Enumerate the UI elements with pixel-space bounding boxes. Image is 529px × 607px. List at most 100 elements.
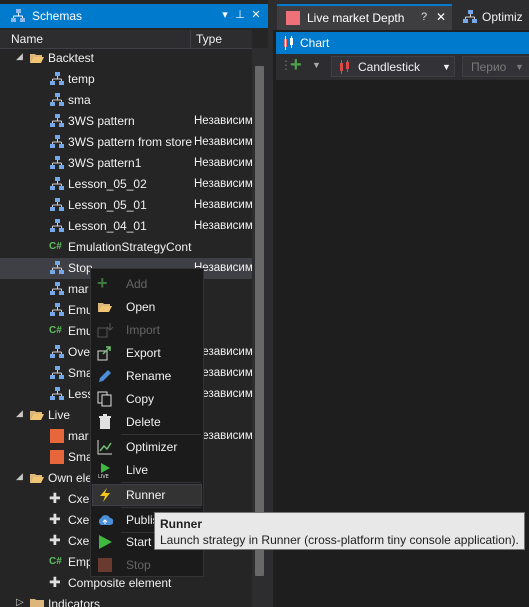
candlestick-icon (284, 36, 293, 50)
menu-separator (121, 482, 201, 483)
help-icon[interactable]: ? (421, 11, 427, 23)
tree-scrollbar-thumb[interactable] (255, 66, 264, 576)
tree-column-header: Name Type (0, 30, 252, 49)
puzzle-icon: ✚ (49, 574, 61, 590)
expand-arrow-icon[interactable]: ◢ (16, 408, 23, 419)
tree-label: EmulationStrategyCont (68, 240, 192, 254)
csharp-icon: C# (49, 325, 62, 336)
folder-open-icon (30, 54, 44, 63)
schema-icon (50, 72, 64, 85)
tree-item[interactable]: 3WS pattern from store Независим (0, 132, 252, 153)
tree-label: temp (68, 72, 95, 86)
csharp-icon: C# (49, 556, 62, 567)
menu-item-export[interactable]: Export (92, 342, 202, 364)
svg-text:LIVE: LIVE (98, 474, 109, 478)
pencil-icon (99, 370, 111, 382)
tree-label: Composite element (68, 576, 172, 590)
puzzle-icon: ✚ (49, 511, 61, 527)
schema-icon (50, 261, 64, 274)
menu-item-delete[interactable]: Delete (92, 411, 202, 433)
menu-item-live[interactable]: LIVE Live (92, 459, 202, 481)
tree-type: Независим (194, 115, 252, 127)
menu-item-stop[interactable]: Stop (92, 554, 202, 576)
tree-item[interactable]: C# EmulationStrategyCont (0, 237, 252, 258)
tree-folder-indicators[interactable]: ▷ Indicators (0, 594, 252, 607)
tree-type: Независим (194, 220, 252, 232)
live-play-icon: LIVE (98, 463, 110, 478)
menu-item-label: Rename (126, 369, 172, 383)
schema-icon (50, 198, 64, 211)
expand-arrow-icon[interactable]: ◢ (16, 471, 23, 482)
copy-icon (97, 391, 112, 407)
schema-icon (50, 135, 64, 148)
schemas-panel-header: Schemas ▾ ⊥ ✕ (0, 4, 268, 28)
tab-label: Optimiz (482, 10, 523, 24)
tree-label: 3WS pattern1 (68, 156, 142, 170)
menu-item-label: Optimizer (126, 440, 178, 454)
tab-live-market-depth[interactable]: Live market Depth ? ✕ (277, 4, 452, 30)
tree-item[interactable]: Lesson_05_02 Независим (0, 174, 252, 195)
cloud-upload-icon (98, 515, 113, 525)
period-select[interactable]: Перио ▼ (462, 56, 529, 77)
puzzle-icon: ✚ (49, 532, 61, 548)
folder-icon (30, 599, 44, 607)
chevron-down-icon[interactable]: ▼ (442, 62, 451, 72)
live-strategy-icon (50, 450, 64, 464)
tree-item[interactable]: Lesson_05_01 Независим (0, 195, 252, 216)
tree-label: Own ele (48, 471, 93, 485)
play-icon (99, 535, 112, 549)
menu-item-optimizer[interactable]: Optimizer (92, 436, 202, 458)
schema-icon (50, 114, 64, 127)
schema-icon (50, 156, 64, 169)
chevron-down-icon[interactable]: ▼ (312, 60, 321, 70)
collapse-arrow-icon[interactable]: ▷ (16, 597, 24, 607)
close-icon[interactable]: ✕ (436, 10, 446, 24)
schemas-panel-title: Schemas (32, 9, 83, 23)
schema-icon (50, 345, 64, 358)
menu-item-runner[interactable]: Runner (92, 484, 202, 506)
tree-item[interactable]: 3WS pattern Независим (0, 111, 252, 132)
panel-menu-icon[interactable]: ▾ (218, 8, 232, 22)
schema-icon (50, 219, 64, 232)
column-header-type[interactable]: Type (196, 32, 222, 46)
chart-title: Chart (300, 36, 330, 50)
menu-item-import[interactable]: Import (92, 319, 202, 341)
tree-type: Независим (194, 199, 252, 211)
tab-optimization[interactable]: Optimiz (454, 4, 529, 30)
tree-folder-backtest[interactable]: ◢ Backtest (0, 48, 252, 69)
pin-icon[interactable]: ⊥ (233, 8, 247, 22)
column-separator[interactable] (190, 30, 191, 48)
menu-item-label: Start (126, 535, 152, 549)
column-header-name[interactable]: Name (11, 32, 43, 46)
tree-label: Lesson_05_02 (68, 177, 147, 191)
menu-item-label: Copy (126, 392, 155, 406)
chart-toolbar: ⋮ + ▼ Candlestick ▼ Перио ▼ (276, 54, 529, 80)
schema-icon (50, 93, 64, 106)
menu-item-open[interactable]: Open (92, 296, 202, 318)
menu-item-label: Stop (126, 558, 151, 572)
tree-label: Backtest (48, 51, 95, 65)
export-icon (97, 346, 111, 361)
folder-open-icon (30, 411, 44, 420)
add-element-button[interactable]: + (290, 54, 302, 77)
tree-item[interactable]: temp (0, 69, 252, 90)
expand-arrow-icon[interactable]: ◢ (16, 51, 23, 62)
tree-item[interactable]: Lesson_04_01 Независим (0, 216, 252, 237)
schema-icon (50, 303, 64, 316)
tree-type: Независим (194, 136, 252, 148)
menu-item-rename[interactable]: Rename (92, 365, 202, 387)
chart-panel-header: Chart (276, 32, 529, 54)
menu-item-label: Live (126, 463, 149, 477)
chevron-down-icon[interactable]: ▼ (515, 62, 524, 72)
tree-item[interactable]: 3WS pattern1 Независим (0, 153, 252, 174)
tree-label: sma (68, 93, 91, 107)
tree-item[interactable]: sma (0, 90, 252, 111)
menu-item-copy[interactable]: Copy (92, 388, 202, 410)
folder-open-icon (98, 303, 112, 312)
schema-icon (50, 366, 64, 379)
close-icon[interactable]: ✕ (249, 8, 263, 22)
menu-item-add[interactable]: + Add (92, 273, 202, 295)
tab-label: Live market Depth (307, 11, 405, 25)
menu-item-label: Delete (126, 415, 161, 429)
chart-style-select[interactable]: Candlestick ▼ (331, 56, 455, 77)
